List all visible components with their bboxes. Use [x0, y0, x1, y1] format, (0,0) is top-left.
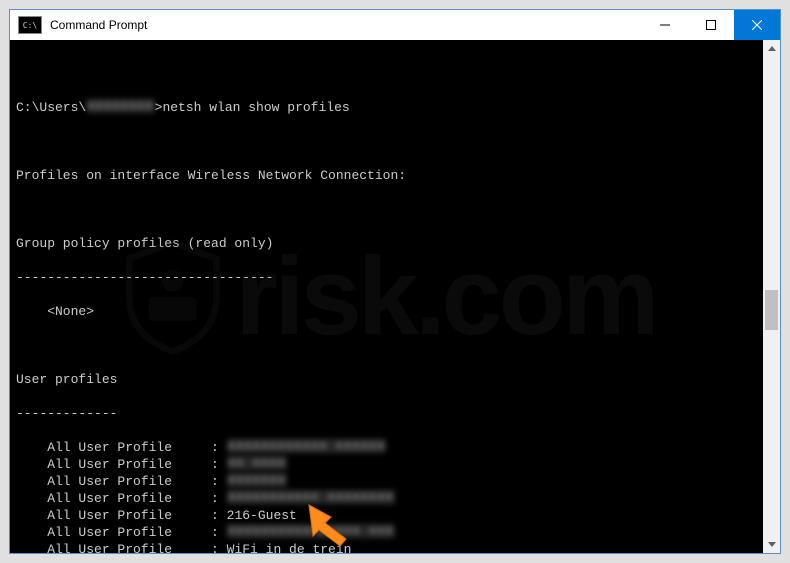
profile-row: All User Profile : xxxxxxx: [16, 473, 757, 490]
blank-line: [16, 337, 757, 354]
profile-value: WiFi in de trein: [227, 541, 352, 553]
profile-label: All User Profile :: [16, 524, 227, 541]
prompt-user-redacted: xxxxxxxx: [86, 99, 154, 113]
interface-line: Profiles on interface Wireless Network C…: [16, 167, 757, 184]
profile-value: xxxxxxxxxxxxxxxx xxx: [227, 524, 395, 538]
close-icon: [752, 20, 762, 30]
profile-label: All User Profile :: [16, 541, 227, 553]
chevron-down-icon: [768, 542, 776, 547]
scroll-up-arrow[interactable]: [763, 40, 780, 57]
console-output[interactable]: risk.com C:\Users\xxxxxxxx>netsh wlan sh…: [10, 40, 763, 553]
console-area: risk.com C:\Users\xxxxxxxx>netsh wlan sh…: [10, 40, 780, 553]
blank-line: [16, 133, 757, 150]
chevron-up-icon: [768, 46, 776, 51]
profile-row: All User Profile : xxxxxxxxxxxxxxxx xxx: [16, 524, 757, 541]
group-dashes: ---------------------------------: [16, 269, 757, 286]
user-header: User profiles: [16, 371, 757, 388]
maximize-button[interactable]: [688, 10, 734, 40]
prompt-line: C:\Users\xxxxxxxx>netsh wlan show profil…: [16, 99, 757, 116]
profile-label: All User Profile :: [16, 473, 227, 490]
profile-value: 216-Guest: [227, 507, 297, 524]
command-prompt-window: C:\ Command Prompt risk.com C:\Users\xxx…: [9, 9, 781, 554]
blank-line: [16, 201, 757, 218]
scroll-thumb[interactable]: [765, 290, 778, 330]
profile-value: xxxxxxxxxxxx xxxxxx: [227, 439, 387, 453]
vertical-scrollbar[interactable]: [763, 40, 780, 553]
profile-label: All User Profile :: [16, 490, 227, 507]
cmd-icon: C:\: [18, 16, 42, 34]
profile-row: All User Profile : xxxxxxxxxxxx xxxxxx: [16, 439, 757, 456]
prompt-command: >netsh wlan show profiles: [155, 99, 350, 116]
blank-line: [16, 82, 757, 99]
profile-label: All User Profile :: [16, 456, 227, 473]
profile-row: All User Profile : 216-Guest: [16, 507, 757, 524]
minimize-icon: [660, 20, 670, 30]
close-button[interactable]: [734, 10, 780, 40]
group-none: <None>: [16, 303, 757, 320]
profile-value: xxxxxxx: [227, 473, 287, 487]
prompt-path: C:\Users\: [16, 99, 86, 116]
group-header: Group policy profiles (read only): [16, 235, 757, 252]
profile-label: All User Profile :: [16, 507, 227, 524]
user-dashes: -------------: [16, 405, 757, 422]
scroll-down-arrow[interactable]: [763, 536, 780, 553]
titlebar[interactable]: C:\ Command Prompt: [10, 10, 780, 40]
profile-row: All User Profile : WiFi in de trein: [16, 541, 757, 553]
window-title: Command Prompt: [50, 18, 147, 32]
profile-value: xx xxxx: [227, 456, 287, 470]
profile-value: xxxxxxxxxxx xxxxxxxx: [227, 490, 395, 504]
profile-label: All User Profile :: [16, 439, 227, 456]
profile-row: All User Profile : xxxxxxxxxxx xxxxxxxx: [16, 490, 757, 507]
titlebar-buttons: [642, 10, 780, 40]
profiles-list: All User Profile : xxxxxxxxxxxx xxxxxx A…: [16, 439, 757, 553]
minimize-button[interactable]: [642, 10, 688, 40]
maximize-icon: [706, 20, 716, 30]
profile-row: All User Profile : xx xxxx: [16, 456, 757, 473]
